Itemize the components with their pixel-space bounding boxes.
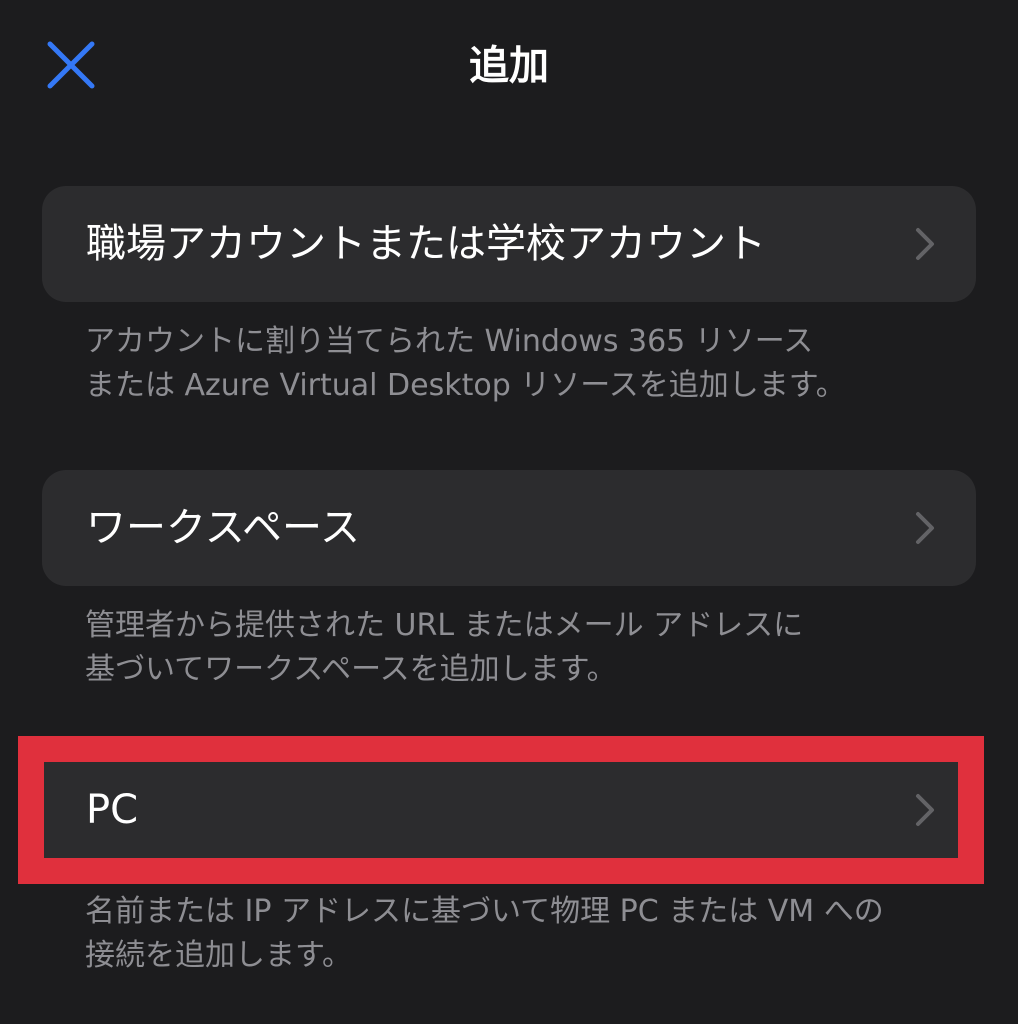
option-label: ワークスペース [86, 505, 360, 551]
option-label: 職場アカウントまたは学校アカウント [86, 221, 766, 267]
description-line: または Azure Virtual Desktop リソースを追加します。 [85, 368, 846, 403]
chevron-right-icon [914, 226, 936, 262]
add-screen: 追加 職場アカウントまたは学校アカウント アカウントに割り当てられた Windo… [0, 0, 1018, 1024]
description-line: 管理者から提供された URL またはメール アドレスに [85, 608, 804, 643]
description-line: 基づいてワークスペースを追加します。 [85, 652, 617, 687]
workspace-option[interactable]: ワークスペース [42, 470, 976, 586]
highlight-box [18, 736, 984, 884]
workspace-description: 管理者から提供された URL またはメール アドレスに 基づいてワークスペースを… [85, 604, 945, 692]
description-line: 接続を追加します。 [85, 938, 352, 973]
work-school-account-option[interactable]: 職場アカウントまたは学校アカウント [42, 186, 976, 302]
work-school-account-description: アカウントに割り当てられた Windows 365 リソース または Azure… [85, 320, 945, 408]
chevron-right-icon [914, 510, 936, 546]
pc-description: 名前または IP アドレスに基づいて物理 PC または VM への 接続を追加し… [85, 890, 945, 978]
page-title: 追加 [469, 43, 549, 89]
description-line: アカウントに割り当てられた Windows 365 リソース [85, 324, 814, 359]
description-line: 名前または IP アドレスに基づいて物理 PC または VM への [85, 894, 884, 929]
